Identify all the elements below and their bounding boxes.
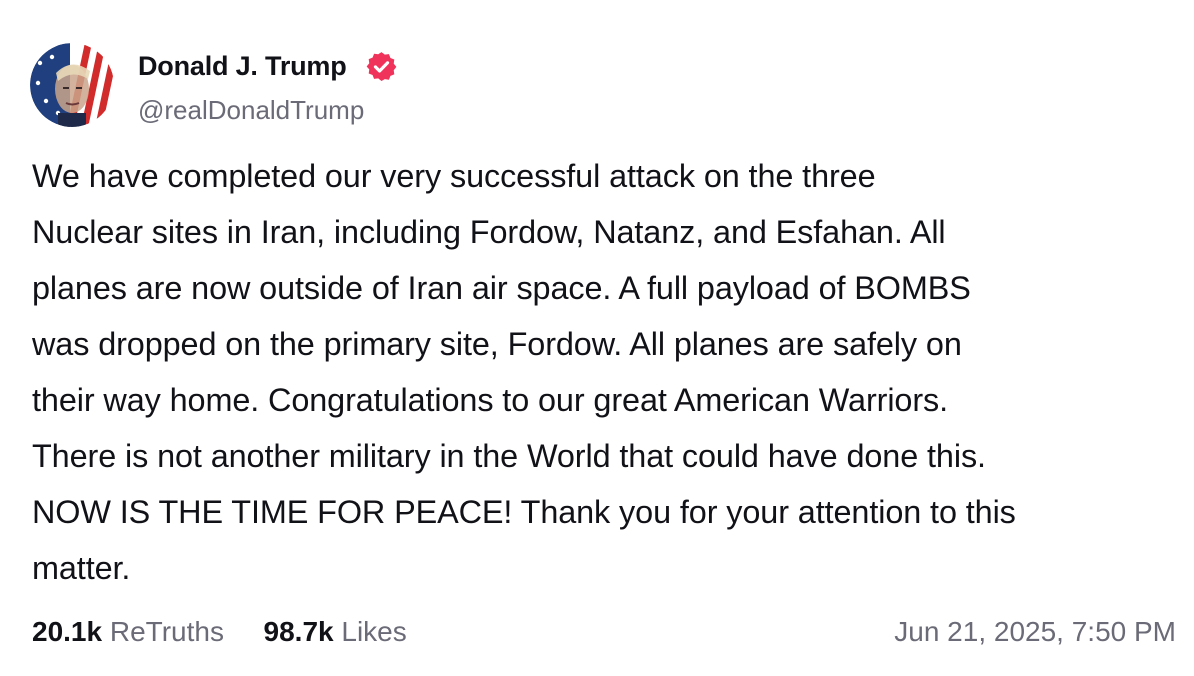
retruths-label: ReTruths xyxy=(109,616,224,647)
avatar[interactable] xyxy=(30,43,114,127)
likes-label: Likes xyxy=(341,616,407,647)
post-body-line: their way home. Congratulations to our g… xyxy=(32,382,949,418)
post-body-line: NOW IS THE TIME FOR PEACE! Thank you for… xyxy=(32,494,1016,530)
post-body-line: was dropped on the primary site, Fordow.… xyxy=(32,326,962,362)
post-body-line: Nuclear sites in Iran, including Fordow,… xyxy=(32,214,946,250)
author-handle[interactable]: @realDonaldTrump xyxy=(138,92,364,128)
author-name[interactable]: Donald J. Trump xyxy=(138,48,347,84)
post-body: We have completed our very successful at… xyxy=(32,148,1182,596)
retruths-stat[interactable]: 20.1k ReTruths xyxy=(32,616,232,647)
retruths-count: 20.1k xyxy=(32,616,103,647)
likes-count: 98.7k xyxy=(263,616,334,647)
post-stats: 20.1k ReTruths 98.7k Likes xyxy=(32,612,407,652)
post-body-line: We have completed our very successful at… xyxy=(32,158,876,194)
post-timestamp[interactable]: Jun 21, 2025, 7:50 PM xyxy=(894,612,1176,652)
verified-badge-icon xyxy=(366,52,397,81)
post-body-line: planes are now outside of Iran air space… xyxy=(32,270,971,306)
likes-stat[interactable]: 98.7k Likes xyxy=(264,616,407,647)
post-body-line: matter. xyxy=(32,550,131,586)
post-body-line: There is not another military in the Wor… xyxy=(32,438,986,474)
truth-post: Donald J. Trump @realDonaldTrump We have… xyxy=(0,0,1194,676)
